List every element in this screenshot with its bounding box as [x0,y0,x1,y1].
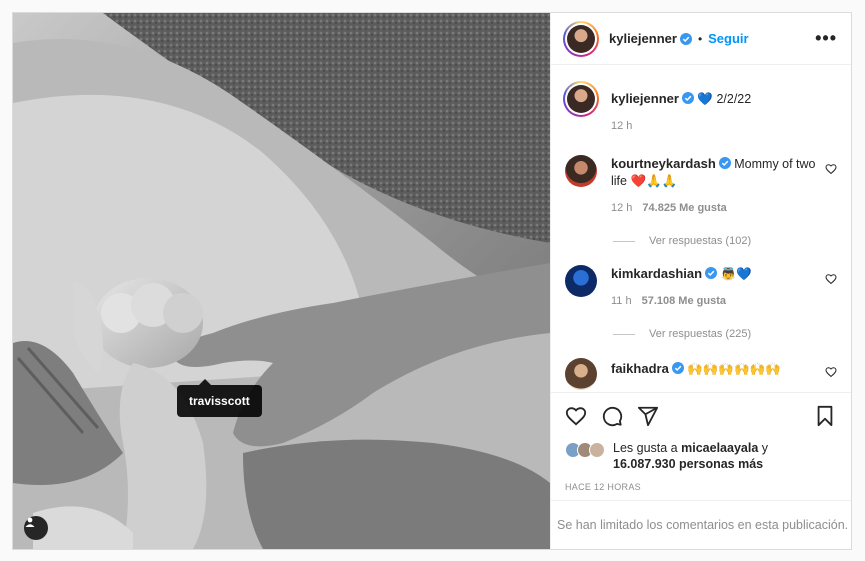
like-comment-heart-icon[interactable] [825,163,837,175]
comment-likes[interactable]: 74.825 Me gusta [642,202,726,214]
post-photo[interactable]: travisscott [13,13,550,549]
view-replies-button[interactable]: Ver respuestas (102) [613,235,837,247]
caption-story-ring[interactable] [563,81,599,117]
post-time-ago[interactable]: HACE 12 HORAS [565,482,835,492]
post-header: kyliejenner • Seguir ••• [551,13,851,65]
more-options-button[interactable]: ••• [815,28,837,49]
likes-prefix: Les gusta a [613,441,678,455]
author-username[interactable]: kyliejenner [609,31,677,46]
comment-text: 👼💙 [720,267,752,281]
comment-username[interactable]: kimkardashian [611,266,702,281]
user-tag[interactable]: travisscott [177,379,262,417]
comment: kimkardashian 👼💙 11 h 57.108 Me gusta [563,265,837,310]
comment-username[interactable]: faikhadra [611,361,669,376]
avatar [567,85,595,113]
post-actions: Les gusta a micaelaayala y 16.087.930 pe… [551,392,851,500]
caption: kyliejenner 💙 2/2/22 12 h [563,81,837,135]
follow-button[interactable]: Seguir [708,31,748,46]
comment-text: 🙌🙌🙌🙌🙌🙌 [687,362,781,376]
verified-badge-icon [705,267,718,279]
comments-list[interactable]: kyliejenner 💙 2/2/22 12 h kourtneykardas… [551,65,851,392]
avatar [589,442,605,458]
avatar[interactable] [565,358,597,390]
comments-limited-notice: Se han limitado los comentarios en esta … [551,500,851,549]
liker-avatars [565,442,605,458]
verified-badge-icon [671,362,684,374]
likes-summary: Les gusta a micaelaayala y 16.087.930 pe… [565,440,835,472]
avatar[interactable] [565,265,597,297]
caption-time: 12 h [611,120,633,132]
share-paper-plane-icon[interactable] [637,405,659,427]
comment-likes[interactable]: 57.108 Me gusta [642,295,726,307]
tagged-users-button[interactable] [24,516,48,540]
verified-badge-icon [681,92,694,104]
bookmark-icon[interactable] [815,405,835,427]
like-heart-icon[interactable] [565,405,587,427]
liker-username[interactable]: micaelaayala [681,441,758,455]
caption-text: 💙 2/2/22 [697,92,752,106]
story-ring[interactable] [563,20,599,57]
like-comment-heart-icon[interactable] [825,273,837,285]
avatar [567,24,595,53]
comment: faikhadra 🙌🙌🙌🙌🙌🙌 [563,358,837,390]
like-comment-heart-icon[interactable] [825,366,837,378]
separator-dot: • [697,31,703,46]
likes-conjunction: y [761,441,769,455]
photo-illustration [13,13,550,549]
comment-time: 12 h [611,202,633,214]
verified-badge-icon [679,32,692,45]
comment-username[interactable]: kourtneykardash [611,156,716,171]
comment: kourtneykardash Mommy of two life ❤️🙏🙏 1… [563,155,837,217]
verified-badge-icon [718,157,731,169]
post-dialog: travisscott kyliejenner • Seguir ••• kyl… [12,12,852,550]
user-icon [25,517,35,527]
likes-count[interactable]: 16.087.930 personas más [613,457,763,471]
avatar[interactable] [565,155,597,187]
post-side-panel: kyliejenner • Seguir ••• kyliejenner 💙 2… [550,13,851,549]
comment-bubble-icon[interactable] [601,405,623,427]
caption-username[interactable]: kyliejenner [611,91,679,106]
comment-time: 11 h [611,295,632,307]
view-replies-button[interactable]: Ver respuestas (225) [613,328,837,340]
